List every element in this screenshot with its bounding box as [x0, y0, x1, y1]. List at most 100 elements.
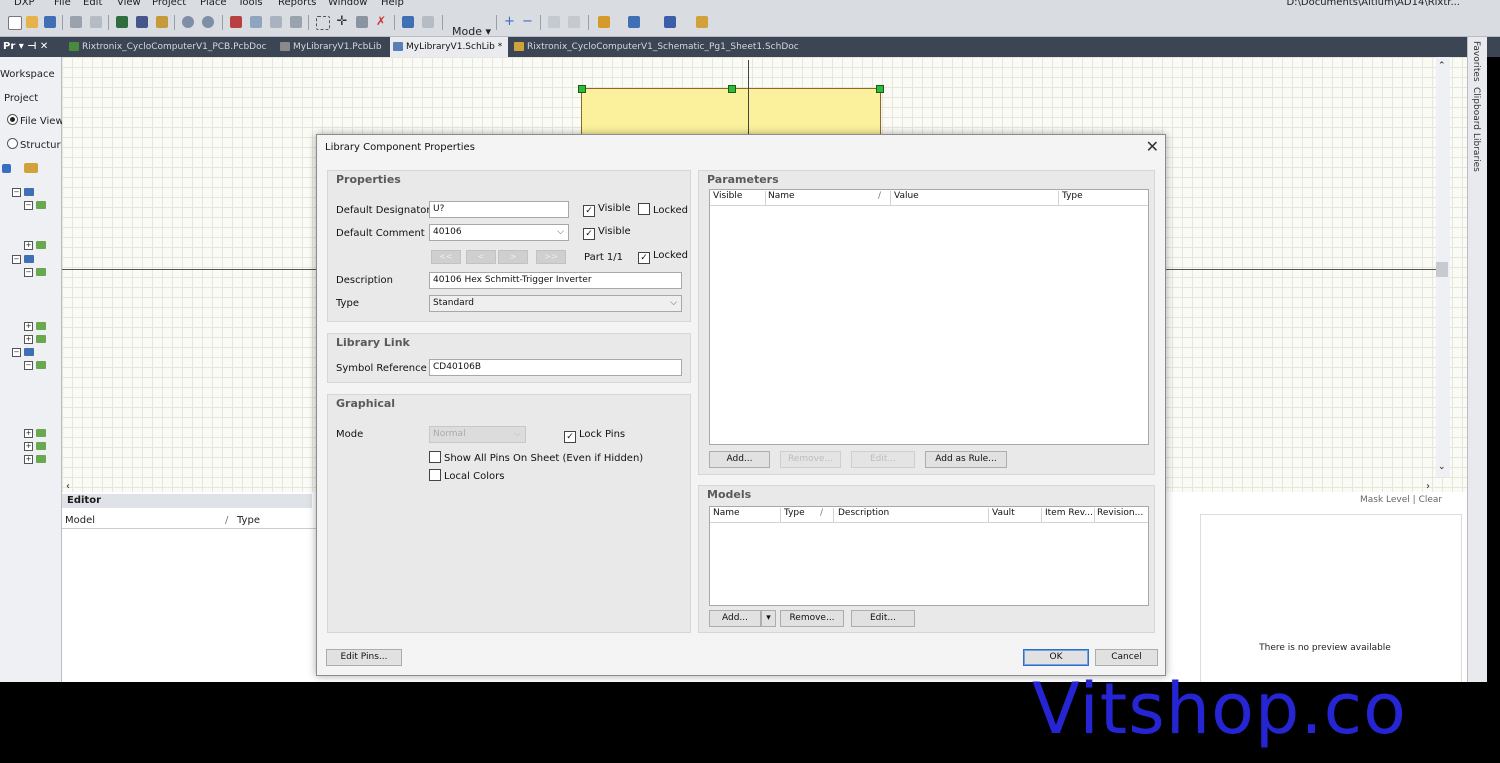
file-view-radio[interactable]: File View [7, 114, 64, 127]
model-col-revision[interactable]: Revision... [1097, 508, 1143, 518]
tree-node[interactable]: − [12, 347, 42, 358]
undo-icon[interactable] [402, 16, 414, 28]
lock-pins-checkbox[interactable]: ✓ Lock Pins [564, 429, 625, 443]
designator-visible-checkbox[interactable]: ✓ Visible [583, 203, 631, 217]
designator-locked-checkbox[interactable]: Locked [638, 203, 688, 216]
model-edit-button[interactable]: Edit... [851, 610, 915, 627]
folder-icon[interactable] [156, 16, 168, 28]
rubber-stamp-icon[interactable] [290, 16, 302, 28]
model-remove-button[interactable]: Remove... [780, 610, 844, 627]
tree-node[interactable]: + [24, 334, 54, 345]
local-colors-checkbox[interactable]: Local Colors [429, 469, 504, 482]
mask-level-button[interactable]: Mask Level [1360, 495, 1410, 505]
project-menu-icon[interactable] [24, 163, 38, 173]
model-add-dropdown-button[interactable]: ▾ [761, 610, 776, 627]
param-col-type[interactable]: Type [1062, 191, 1083, 201]
close-icon[interactable]: ✕ [1146, 137, 1159, 156]
scrollbar-thumb[interactable] [1436, 262, 1448, 277]
menu-dxp[interactable]: DXP [14, 0, 35, 8]
clipboard-tab[interactable]: Clipboard [1471, 87, 1481, 130]
copy-icon[interactable] [250, 16, 262, 28]
tab-pcb-lib[interactable]: MyLibraryV1.PcbLib [277, 37, 387, 57]
next-part-button[interactable]: > [498, 250, 528, 264]
tree-node[interactable]: + [24, 321, 54, 332]
add-icon[interactable]: + [504, 15, 516, 28]
redo-icon[interactable] [422, 16, 434, 28]
clear-filter-icon[interactable]: ✗ [376, 15, 388, 28]
resize-handle[interactable] [876, 85, 884, 93]
layers-icon[interactable] [116, 16, 128, 28]
move-icon[interactable]: ✛ [336, 15, 348, 28]
tree-node[interactable]: − [12, 187, 42, 198]
menu-tools[interactable]: Tools [238, 0, 263, 8]
editor-panel-title[interactable]: Editor [62, 494, 312, 508]
menu-view[interactable]: View [117, 0, 141, 8]
first-part-button[interactable]: << [431, 250, 461, 264]
prev-part-button[interactable]: < [466, 250, 496, 264]
tree-node[interactable]: + [24, 428, 54, 439]
new-icon[interactable] [8, 16, 22, 30]
canvas-vertical-scrollbar[interactable]: ⌃ ⌄ [1436, 57, 1450, 477]
type-dropdown[interactable]: Standard ⌵ [429, 295, 682, 312]
wire-icon[interactable] [598, 16, 610, 28]
default-designator-input[interactable]: U? [429, 201, 569, 218]
scroll-up-icon[interactable]: ⌃ [1438, 61, 1446, 71]
graphical-mode-dropdown[interactable]: Normal ⌵ [429, 426, 526, 443]
scroll-down-icon[interactable]: ⌄ [1438, 462, 1446, 472]
column-type[interactable]: Type [237, 515, 260, 526]
tree-node[interactable]: + [24, 240, 54, 251]
place-icon[interactable] [628, 16, 640, 28]
remove-icon[interactable]: − [522, 15, 534, 28]
tree-node[interactable]: + [24, 454, 54, 465]
print-preview-icon[interactable] [90, 16, 102, 28]
show-all-pins-checkbox[interactable]: Show All Pins On Sheet (Even if Hidden) [429, 451, 643, 464]
edit-pins-button[interactable]: Edit Pins... [326, 649, 402, 666]
print-icon[interactable] [70, 16, 82, 28]
libraries-tab[interactable]: Libraries [1471, 133, 1481, 172]
grid-icon[interactable] [664, 16, 676, 28]
paste-icon[interactable] [270, 16, 282, 28]
last-part-button[interactable]: >> [536, 250, 566, 264]
model-col-description[interactable]: Description [838, 508, 889, 518]
menu-window[interactable]: Window [328, 0, 367, 8]
menu-place[interactable]: Place [200, 0, 227, 8]
tab-sch-lib[interactable]: MyLibraryV1.SchLib * [390, 37, 508, 57]
tab-schematic[interactable]: Rixtronix_CycloComputerV1_Schematic_Pg1_… [511, 37, 811, 57]
param-col-name[interactable]: Name [768, 191, 795, 201]
param-add-button[interactable]: Add... [709, 451, 770, 468]
model-add-button[interactable]: Add... [709, 610, 761, 627]
scroll-left-icon[interactable]: ‹ [66, 481, 70, 492]
deselect-icon[interactable] [356, 16, 368, 28]
param-col-value[interactable]: Value [894, 191, 919, 201]
menu-edit[interactable]: Edit [83, 0, 102, 8]
projects-panel-header[interactable]: Pr ▾ ⊣ ✕ [0, 37, 60, 57]
forward-icon[interactable] [568, 16, 580, 28]
param-remove-button[interactable]: Remove... [780, 451, 841, 468]
model-col-vault[interactable]: Vault [992, 508, 1015, 518]
tree-node[interactable]: − [12, 254, 42, 265]
board-icon[interactable] [136, 16, 148, 28]
param-edit-button[interactable]: Edit... [851, 451, 915, 468]
zoom-out-icon[interactable] [202, 16, 214, 28]
tree-node[interactable]: + [24, 441, 54, 452]
part-locked-checkbox[interactable]: ✓ Locked [638, 250, 688, 264]
param-col-visible[interactable]: Visible [713, 191, 742, 201]
zoom-in-icon[interactable] [182, 16, 194, 28]
tree-node[interactable]: − [24, 267, 54, 278]
menu-reports[interactable]: Reports [278, 0, 316, 8]
default-comment-combo[interactable]: 40106 ⌵ [429, 224, 569, 241]
scroll-right-icon[interactable]: › [1426, 481, 1430, 492]
clear-button[interactable]: Clear [1419, 495, 1443, 505]
resize-handle[interactable] [578, 85, 586, 93]
tab-pcb-doc[interactable]: Rixtronix_CycloComputerV1_PCB.PcbDoc [66, 37, 274, 57]
column-model[interactable]: Model [65, 515, 95, 526]
menu-help[interactable]: Help [381, 0, 404, 8]
ok-button[interactable]: OK [1023, 649, 1089, 666]
library-icon[interactable] [696, 16, 708, 28]
tree-node[interactable]: − [24, 360, 54, 371]
cut-icon[interactable] [230, 16, 242, 28]
menu-file[interactable]: File [54, 0, 71, 8]
model-col-item-rev[interactable]: Item Rev... [1045, 508, 1093, 518]
back-icon[interactable] [548, 16, 560, 28]
open-icon[interactable] [26, 16, 38, 28]
